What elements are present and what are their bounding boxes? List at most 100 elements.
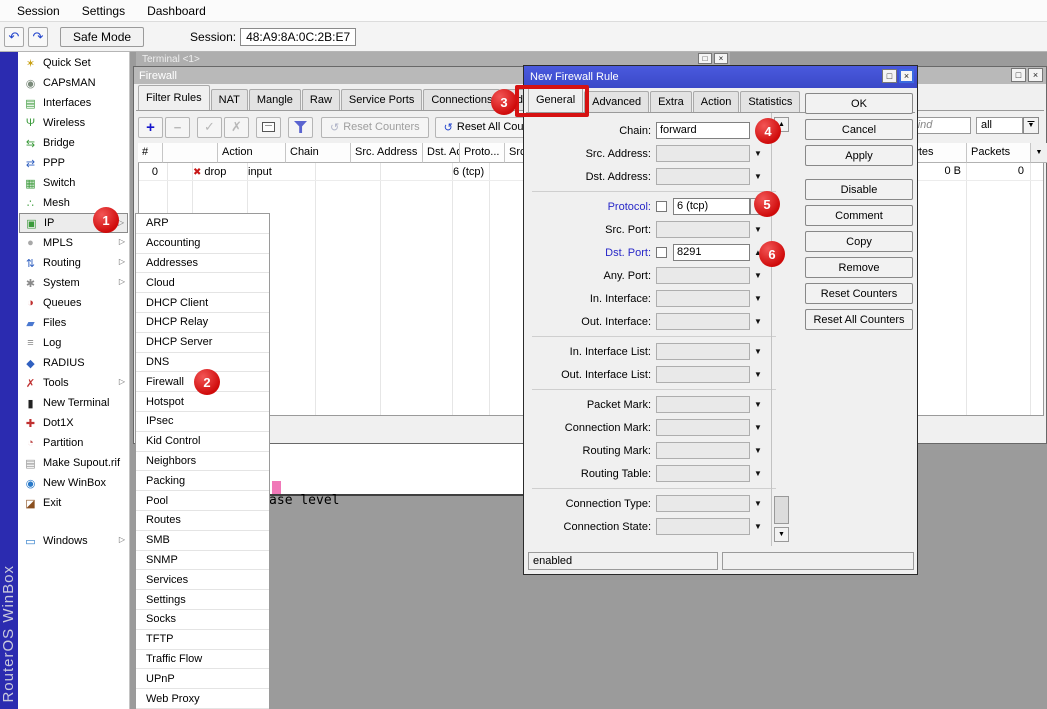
dropdown-arrow-icon[interactable] [750,499,766,508]
terminal-titlebar[interactable]: Terminal <1> □ × [136,52,730,66]
sidebar-item[interactable]: ≡ Log ▷ [19,333,128,353]
dropdown-arrow-icon[interactable] [750,317,766,326]
sidebar-item[interactable]: ✚ Dot1X ▷ [19,413,128,433]
column-header[interactable]: Proto... [460,143,505,163]
firewall-close-button[interactable]: × [1028,68,1043,82]
dropdown-arrow-icon[interactable] [750,294,766,303]
dropdown-arrow-icon[interactable] [750,149,766,158]
sidebar-item[interactable]: ▦ Switch ▷ [19,173,128,193]
sidebar-item[interactable]: ✶ Quick Set ▷ [19,53,128,73]
terminal-maximize-button[interactable]: □ [698,53,712,64]
firewall-tab[interactable]: Connections [423,89,500,110]
dropdown-arrow-icon[interactable] [750,423,766,432]
column-header[interactable]: Src. Address [351,143,423,163]
sidebar-item[interactable]: ▮ New Terminal ▷ [19,393,128,413]
menu-item[interactable]: Dashboard [136,1,217,21]
dialog-maximize-button[interactable]: □ [882,69,897,83]
disable-rule-button[interactable]: ✗ [224,117,249,138]
field-input[interactable] [656,145,750,162]
dialog-tab[interactable]: Statistics [740,91,800,112]
dialog-close-button[interactable]: × [899,69,914,83]
scrollbar-thumb[interactable] [774,496,789,524]
ip-submenu-item[interactable]: SNMP [136,551,269,571]
column-header[interactable]: Dst. Address [423,143,460,163]
dropdown-arrow-icon[interactable] [750,400,766,409]
field-checkbox[interactable] [656,201,667,212]
ip-submenu-item[interactable]: UPnP [136,669,269,689]
ip-submenu-item[interactable]: Socks [136,610,269,630]
ip-submenu-item[interactable]: DHCP Server [136,333,269,353]
field-input[interactable] [656,419,750,436]
dialog-tab[interactable]: Action [693,91,740,112]
ip-submenu-item[interactable]: SMB [136,531,269,551]
column-header[interactable]: # [138,143,163,163]
field-input[interactable] [656,366,750,383]
field-input[interactable] [656,518,750,535]
dropdown-arrow-icon[interactable] [750,370,766,379]
sidebar-item[interactable]: ✱ System ▷ [19,273,128,293]
sidebar-item[interactable]: ▭ Windows ▷ [19,531,128,551]
sidebar-item[interactable]: ⇄ PPP ▷ [19,153,128,173]
dropdown-arrow-icon[interactable] [750,347,766,356]
sidebar-item[interactable]: ● MPLS ▷ [19,233,128,253]
filter-scope-select[interactable]: all [976,117,1023,134]
dialog-tab[interactable]: Extra [650,91,692,112]
ip-submenu-item[interactable]: DHCP Client [136,293,269,313]
dropdown-arrow-icon[interactable] [750,172,766,181]
remove-rule-button[interactable]: − [165,117,190,138]
firewall-maximize-button[interactable]: □ [1011,68,1026,82]
scroll-down-button[interactable]: ▼ [774,527,789,542]
ip-submenu-item[interactable]: Hotspot [136,392,269,412]
field-input[interactable] [656,221,750,238]
ip-submenu-item[interactable]: Neighbors [136,452,269,472]
column-sort-button[interactable]: ▼ [1031,143,1047,163]
sidebar-item[interactable]: ◑ Queues ▷ [19,293,128,313]
terminal-close-button[interactable]: × [714,53,728,64]
field-input[interactable]: 8291 [673,244,750,261]
firewall-tab[interactable]: Service Ports [341,89,422,110]
firewall-tab[interactable]: NAT [211,89,248,110]
sidebar-item[interactable]: ◉ CAPsMAN ▷ [19,73,128,93]
ip-submenu-item[interactable]: ARP [136,214,269,234]
sidebar-item[interactable]: ▤ Make Supout.rif ▷ [19,453,128,473]
filter-button[interactable] [288,117,313,138]
ip-submenu-item[interactable]: Web Proxy [136,689,269,709]
dialog-button[interactable]: Disable [805,179,913,200]
sidebar-item[interactable]: ⇆ Bridge ▷ [19,133,128,153]
field-input[interactable] [656,290,750,307]
redo-button[interactable]: ↷ [28,27,48,47]
ip-submenu-item[interactable]: Accounting [136,234,269,254]
menu-item[interactable]: Session [6,1,71,21]
menu-item[interactable]: Settings [71,1,136,21]
ip-submenu-item[interactable]: Packing [136,471,269,491]
column-header-packets[interactable]: Packets [967,143,1031,163]
column-header[interactable]: Action [218,143,286,163]
ip-submenu-item[interactable]: Traffic Flow [136,650,269,670]
sidebar-item[interactable]: ◪ Exit ▷ [19,493,128,513]
column-header[interactable] [163,143,218,163]
session-value-field[interactable]: 48:A9:8A:0C:2B:E7 [240,28,356,46]
ip-submenu-item[interactable]: Services [136,570,269,590]
comment-button[interactable] [256,117,281,138]
sidebar-item[interactable]: ◔ Partition ▷ [19,433,128,453]
ip-submenu-item[interactable]: Cloud [136,273,269,293]
ip-submenu-item[interactable]: Kid Control [136,432,269,452]
ip-submenu-item[interactable]: IPsec [136,412,269,432]
sidebar-item[interactable]: ▰ Files ▷ [19,313,128,333]
reset-counters-button[interactable]: ↺ Reset Counters [321,117,429,138]
sidebar-item[interactable]: ✗ Tools ▷ [19,373,128,393]
field-input[interactable]: 6 (tcp) [673,198,750,215]
dropdown-arrow-icon[interactable] [750,271,766,280]
ip-submenu-item[interactable]: Pool [136,491,269,511]
dialog-scrollbar[interactable]: ▲ ▼ [771,113,789,546]
firewall-tab[interactable]: Raw [302,89,340,110]
sidebar-item[interactable]: ◉ New WinBox ▷ [19,473,128,493]
dialog-button[interactable]: Comment [805,205,913,226]
undo-button[interactable]: ↶ [4,27,24,47]
field-input[interactable]: forward [656,122,750,139]
safe-mode-button[interactable]: Safe Mode [60,27,144,47]
dialog-button[interactable]: Cancel [805,119,913,140]
add-rule-button[interactable]: + [138,117,163,138]
field-input[interactable] [656,442,750,459]
ip-submenu-item[interactable]: Addresses [136,254,269,274]
